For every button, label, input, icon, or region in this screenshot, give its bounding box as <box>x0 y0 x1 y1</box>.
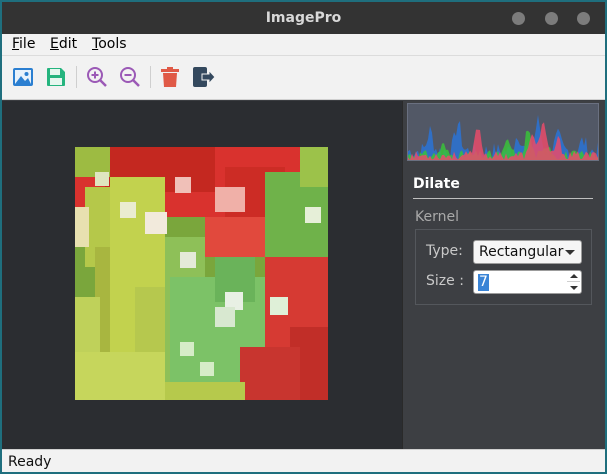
type-label: Type: <box>426 243 463 259</box>
panel-divider <box>413 198 593 199</box>
menu-tools[interactable]: Tools <box>92 36 127 52</box>
maximize-button[interactable] <box>545 12 558 25</box>
toolbar <box>2 56 605 100</box>
kernel-group: Type: Rectangular Size : 7 <box>415 229 592 305</box>
title-bar[interactable]: ImagePro <box>2 2 605 34</box>
image-canvas[interactable] <box>2 101 402 449</box>
spin-up-button[interactable] <box>567 271 580 282</box>
histogram-chart <box>408 114 598 160</box>
delete-button[interactable] <box>157 64 183 90</box>
status-text: Ready <box>8 454 52 470</box>
menu-file[interactable]: File <box>12 36 35 52</box>
zoom-out-button[interactable] <box>117 64 143 90</box>
chevron-down-icon <box>565 250 575 255</box>
exit-button[interactable] <box>191 64 217 90</box>
exit-icon <box>193 67 216 87</box>
app-window: ImagePro File Edit Tools Dilate Kernel T… <box>0 0 607 474</box>
menu-tools-label: ools <box>98 36 127 52</box>
arrow-down-icon <box>569 285 578 290</box>
zoom-in-button[interactable] <box>84 64 110 90</box>
toolbar-separator <box>150 66 151 88</box>
histogram <box>407 103 599 161</box>
save-icon <box>47 68 65 86</box>
panel-title: Dilate <box>413 176 460 192</box>
menu-edit[interactable]: Edit <box>50 36 77 52</box>
size-spinbox[interactable]: 7 <box>473 270 582 294</box>
pepper-image <box>75 147 328 400</box>
menu-edit-label: dit <box>58 36 78 52</box>
save-button[interactable] <box>43 64 69 90</box>
minimize-button[interactable] <box>512 12 525 25</box>
toolbar-separator <box>76 66 77 88</box>
menu-bar: File Edit Tools <box>2 34 605 56</box>
image-preview <box>75 147 328 400</box>
status-bar: Ready <box>2 449 605 472</box>
kernel-group-label: Kernel <box>415 209 459 225</box>
open-image-button[interactable] <box>10 64 36 90</box>
menu-file-accel: F <box>12 36 20 52</box>
arrow-up-icon <box>569 274 578 278</box>
zoom-out-icon <box>120 67 140 87</box>
zoom-in-icon <box>87 67 107 87</box>
size-label: Size : <box>426 273 464 289</box>
open-image-icon <box>13 68 33 86</box>
menu-edit-accel: E <box>50 36 59 52</box>
delete-icon <box>161 67 179 87</box>
side-panel: Dilate Kernel Type: Rectangular Size : 7 <box>402 101 605 449</box>
type-select[interactable]: Rectangular <box>473 240 582 264</box>
size-value: 7 <box>478 274 489 291</box>
type-select-value: Rectangular <box>479 244 564 260</box>
spin-down-button[interactable] <box>567 282 580 293</box>
menu-file-label: ile <box>19 36 36 52</box>
close-button[interactable] <box>577 12 590 25</box>
